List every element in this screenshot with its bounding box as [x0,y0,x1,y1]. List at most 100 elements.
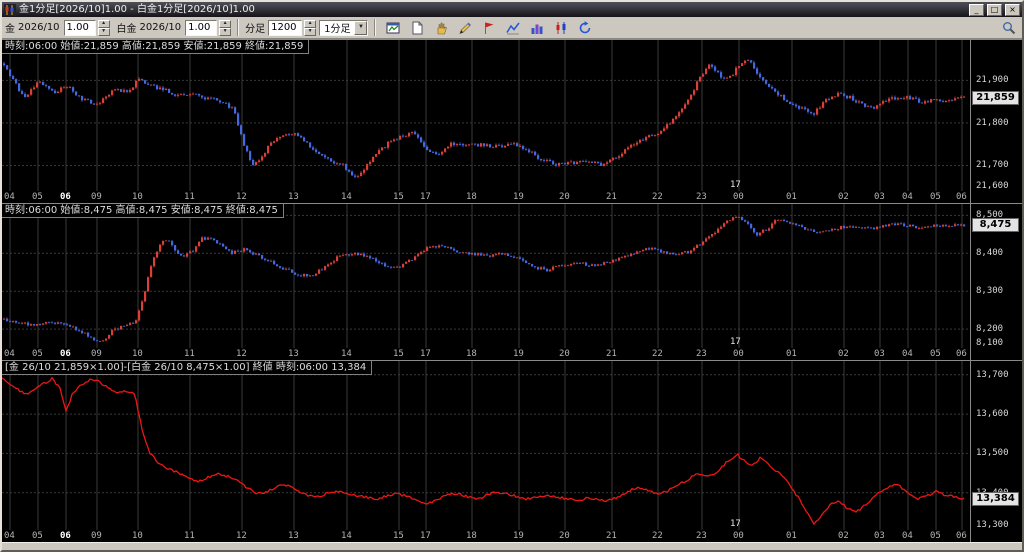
chart-window-icon [386,22,400,33]
platinum-multiplier-down-button[interactable]: ▼ [219,27,232,36]
gold-plot-area[interactable]: 時刻:06:00 始値:21,859 高値:21,859 安値:21,859 終… [2,40,970,203]
time-tick-label: 12 [236,349,247,359]
window-title: 金1分足[2026/10]1.00 - 白金1分足[2026/10]1.00 [19,4,255,15]
gold-price-axis: 21,600 21,700 21,800 21,900 21,859 [970,40,1021,203]
new-page-icon [412,21,423,34]
time-tick-label: 11 [184,349,195,359]
time-tick-label: 21 [606,192,617,202]
time-tick-label: 20 [559,349,570,359]
time-tick-label: 02 [838,349,849,359]
bars-count-down-button[interactable]: ▼ [304,27,317,36]
time-tick-label: 17 [420,192,431,202]
time-tick-label: 05 [32,531,43,541]
time-tick-label: 01 [786,531,797,541]
spread-plot-area[interactable]: [金 26/10 21,859×1.00]-[白金 26/10 8,475×1.… [2,361,970,542]
time-tick-label: 17 [420,349,431,359]
time-tick-label: 00 [733,531,744,541]
time-tick-label: 19 [513,349,524,359]
time-tick-label: 14 [341,192,352,202]
time-tick-label: 14 [341,349,352,359]
pencil-tool-button[interactable] [454,18,476,37]
gold-chart-panel: 時刻:06:00 始値:21,859 高値:21,859 安値:21,859 終… [2,39,1022,203]
time-tick-label: 00 [733,192,744,202]
y-axis-label: 21,700 [976,160,1009,171]
hand-icon [437,22,447,34]
time-tick-label: 06 [956,192,967,202]
zoom-tool-button[interactable] [998,18,1019,37]
last-price-tag: 13,384 [972,491,1019,506]
platinum-price-axis: 8,100 8,200 8,300 8,400 8,500 8,475 [970,204,1021,360]
time-tick-label: 21 [606,349,617,359]
time-tick-label: 22 [652,349,663,359]
time-tick-label: 12 [236,192,247,202]
chart-area: 時刻:06:00 始値:21,859 高値:21,859 安値:21,859 終… [2,39,1022,542]
y-axis-label: 8,400 [976,248,1004,259]
time-tick-label: 19 [513,192,524,202]
time-tick-label: 15 [393,349,404,359]
time-tick-label: 20 [559,192,570,202]
interval-select[interactable]: 1分足 ▼ [319,19,369,36]
spread-time-axis: 04 05 06 09 10 11 12 13 14 15 17 18 19 20 21 22 23 00 01 02… [2,530,970,542]
time-tick-label: 11 [184,531,195,541]
flag-tool-button[interactable] [478,18,500,37]
time-tick-label: 06 [956,531,967,541]
y-axis-label: 13,600 [976,409,1009,420]
gold-multiplier-down-button[interactable]: ▼ [97,27,110,36]
time-tick-label: 18 [466,192,477,202]
time-tick-label: 23 [696,349,707,359]
spread-info-readout: [金 26/10 21,859×1.00]-[白金 26/10 8,475×1.… [2,361,373,375]
time-tick-label: 21 [606,531,617,541]
time-tick-label: 05 [930,192,941,202]
time-tick-label: 04 [4,349,15,359]
chart-window-button[interactable] [382,18,404,37]
time-tick-label: 10 [132,192,143,202]
line-chart-button[interactable] [502,18,524,37]
y-axis-label: 13,500 [976,448,1009,459]
time-tick-label: 10 [132,531,143,541]
refresh-icon [579,20,591,33]
spread-price-axis: 13,30013,40013,50013,60013,70013,384 [970,361,1021,542]
platinum-plot-area[interactable]: 時刻:06:00 始値:8,475 高値:8,475 安値:8,475 終値:8… [2,204,970,360]
gold-multiplier-up-button[interactable]: ▲ [97,19,110,28]
last-price-tag: 21,859 [972,90,1019,105]
time-tick-label: 09 [91,531,102,541]
bar-chart-button[interactable] [526,18,548,37]
time-tick-label: 03 [874,349,885,359]
gold-multiplier-input[interactable] [63,19,96,36]
y-axis-label: 13,700 [976,369,1009,380]
y-axis-label: 21,900 [976,75,1009,86]
time-tick-label: 09 [91,192,102,202]
platinum-multiplier-input[interactable] [185,19,218,36]
new-page-button[interactable] [406,18,428,37]
time-tick-label: 01 [786,349,797,359]
pencil-icon [459,22,471,34]
interval-value: 1分足 [324,24,351,35]
platinum-contract-label: 2026/10 [139,22,182,33]
hand-tool-button[interactable] [430,18,452,37]
time-tick-label: 03 [874,531,885,541]
time-tick-label: 23 [696,192,707,202]
time-tick-label: 15 [393,531,404,541]
y-axis-label: 8,200 [976,324,1004,335]
toolbar-separator [237,19,240,36]
bars-count-input[interactable] [268,19,303,36]
bars-count-up-button[interactable]: ▲ [304,19,317,28]
time-tick-label: 05 [930,531,941,541]
minimize-button[interactable]: _ [969,3,984,16]
time-tick-label: 06 [60,349,71,359]
y-axis-label: 21,600 [976,181,1009,191]
time-tick-label: 04 [902,531,913,541]
time-tick-label: 06 [956,349,967,359]
time-tick-label: 17 [420,531,431,541]
candlestick-chart-button[interactable] [550,18,572,37]
close-button[interactable]: × [1005,3,1020,16]
time-tick-label: 15 [393,192,404,202]
maximize-button[interactable]: □ [987,3,1002,16]
bars-label: 分足 [245,24,266,35]
chevron-down-icon[interactable]: ▼ [354,20,368,35]
platinum-multiplier-up-button[interactable]: ▲ [219,19,232,28]
y-axis-label: 8,300 [976,286,1004,297]
time-tick-label: 06 [60,531,71,541]
refresh-button[interactable] [574,18,596,37]
gold-multiplier-stepper: ▲ ▼ [97,19,110,36]
